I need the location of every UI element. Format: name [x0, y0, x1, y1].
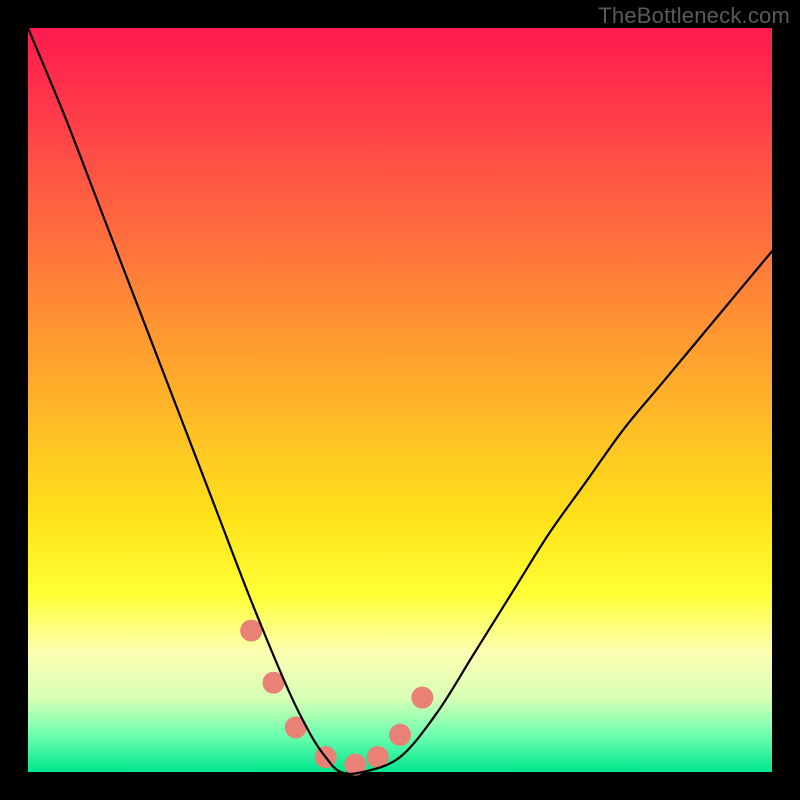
chart-svg [28, 28, 772, 772]
outer-frame: TheBottleneck.com [0, 0, 800, 800]
plot-area [28, 28, 772, 772]
watermark-text: TheBottleneck.com [598, 3, 790, 29]
bottleneck-curve [28, 28, 772, 774]
marker-dot [389, 724, 411, 746]
marker-dot [411, 687, 433, 709]
